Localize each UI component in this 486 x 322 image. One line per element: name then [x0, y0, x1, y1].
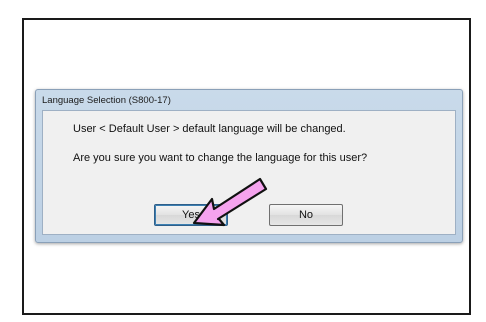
pointer-arrow-shape	[192, 177, 268, 227]
pointer-arrow-icon	[192, 177, 268, 227]
dialog-title: Language Selection (S800-17)	[42, 95, 171, 106]
message-line-1: User < Default User > default language w…	[73, 123, 346, 135]
message-line-2: Are you sure you want to change the lang…	[73, 152, 368, 164]
no-button[interactable]: No	[269, 204, 343, 226]
